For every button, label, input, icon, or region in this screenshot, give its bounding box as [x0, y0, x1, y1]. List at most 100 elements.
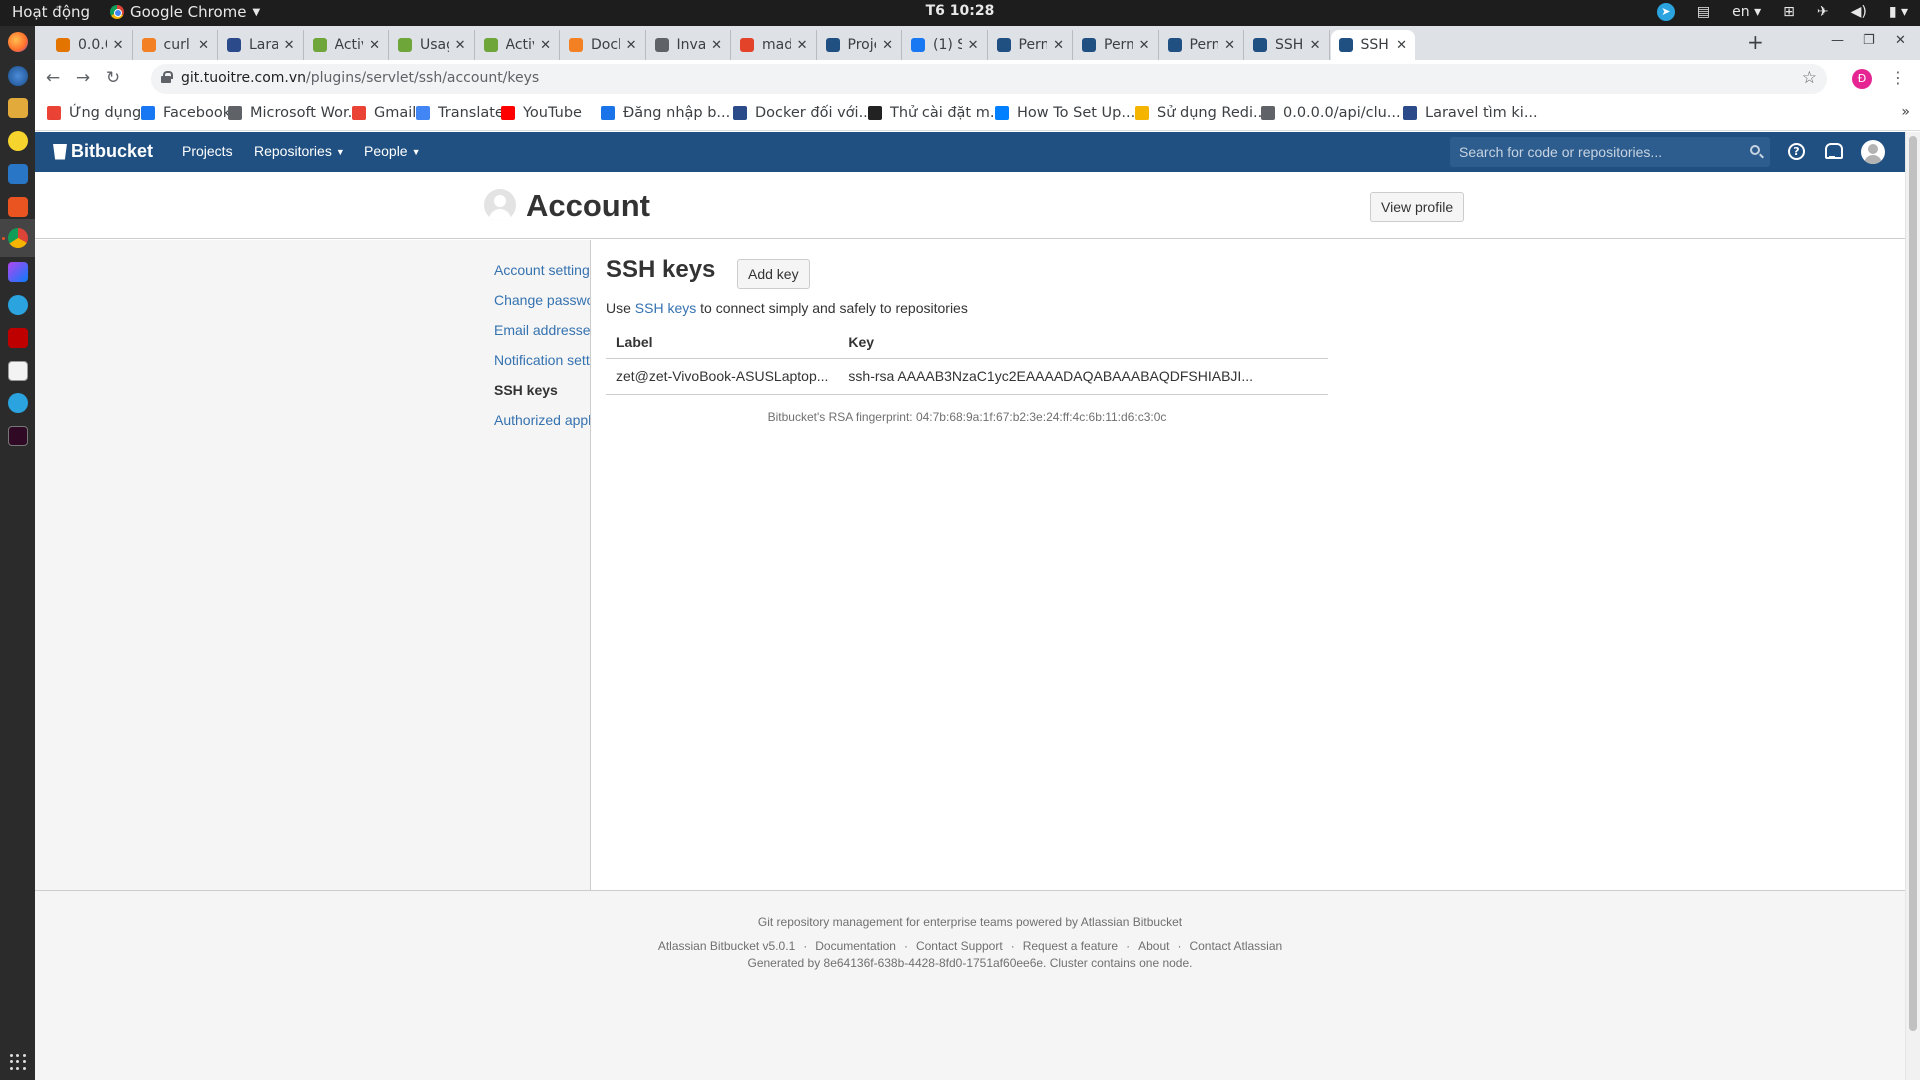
network-icon[interactable]: ⊞ — [1783, 4, 1795, 20]
thunderbird-icon[interactable] — [8, 66, 28, 86]
view-profile-button[interactable]: View profile — [1370, 192, 1465, 222]
forward-icon[interactable]: → — [73, 68, 93, 88]
close-tab-icon[interactable]: ✕ — [968, 38, 979, 53]
footer-link[interactable]: About — [1138, 939, 1169, 953]
bookmark-item[interactable]: Microsoft Wor... — [228, 105, 361, 121]
rhythmbox-icon[interactable] — [8, 131, 28, 151]
telegram-desktop-icon[interactable] — [8, 393, 28, 413]
telegram-icon[interactable] — [8, 295, 28, 315]
bookmark-item[interactable]: Sử dụng Redi... — [1135, 105, 1267, 121]
help-icon[interactable]: ? — [1788, 143, 1805, 160]
add-key-button[interactable]: Add key — [737, 259, 810, 289]
bookmark-item[interactable]: Đăng nhập b... — [601, 105, 730, 121]
close-tab-icon[interactable]: ✕ — [1310, 38, 1321, 53]
browser-tab[interactable]: 0.0.0.0 ✕ — [48, 30, 133, 60]
software-center-icon[interactable] — [8, 197, 28, 217]
address-bar[interactable]: git.tuoitre.com.vn/plugins/servlet/ssh/a… — [151, 64, 1827, 94]
text-editor-icon[interactable] — [8, 361, 28, 381]
footer-link[interactable]: Contact Support — [916, 939, 1003, 953]
browser-tab[interactable]: Active ✕ — [305, 30, 389, 60]
browser-tab[interactable]: Laravel ✕ — [219, 30, 304, 60]
firefox-icon[interactable] — [8, 32, 28, 52]
close-tab-icon[interactable]: ✕ — [198, 38, 209, 53]
airplane-icon[interactable]: ✈ — [1817, 4, 1829, 20]
bookmark-item[interactable]: YouTube — [501, 105, 582, 121]
browser-tab[interactable]: Active ✕ — [476, 30, 560, 60]
telegram-tray-icon[interactable]: ➤ — [1656, 3, 1675, 21]
bookmark-item[interactable]: Gmail — [352, 105, 416, 121]
new-tab-button[interactable]: + — [1747, 30, 1764, 54]
close-window-button[interactable]: ✕ — [1895, 33, 1906, 48]
writer-icon[interactable] — [8, 164, 28, 184]
close-tab-icon[interactable]: ✕ — [455, 38, 466, 53]
language-indicator[interactable]: en ▾ — [1732, 4, 1761, 20]
restore-button[interactable]: ❐ — [1863, 33, 1875, 48]
footer-link[interactable]: Contact Atlassian — [1189, 939, 1282, 953]
bookmark-star-icon[interactable]: ☆ — [1802, 68, 1817, 88]
nav-projects[interactable]: Projects — [182, 143, 233, 159]
bookmark-item[interactable]: Ứng dụng — [47, 105, 141, 121]
user-avatar[interactable] — [1861, 140, 1885, 164]
files-icon[interactable] — [8, 98, 28, 118]
page-scrollbar[interactable] — [1905, 132, 1920, 1080]
bookmark-item[interactable]: Docker đối với... — [733, 105, 872, 121]
close-tab-icon[interactable]: ✕ — [882, 38, 893, 53]
close-tab-icon[interactable]: ✕ — [369, 38, 380, 53]
profile-avatar[interactable]: Đ — [1852, 69, 1872, 89]
notes-tray-icon[interactable]: ▤ — [1697, 4, 1710, 20]
clock[interactable]: T6 10:28 — [0, 3, 1920, 19]
close-tab-icon[interactable]: ✕ — [540, 38, 551, 53]
browser-tab[interactable]: Permi ✕ — [1074, 30, 1159, 60]
bookmark-item[interactable]: Facebook — [141, 105, 231, 121]
terminal-icon[interactable] — [8, 426, 28, 446]
bookmark-item[interactable]: 0.0.0.0/api/clu... — [1261, 105, 1401, 121]
chrome-menu-icon[interactable]: ⋮ — [1890, 68, 1906, 87]
browser-tab[interactable]: Permi ✕ — [989, 30, 1073, 60]
browser-tab[interactable]: (1) Sky ✕ — [903, 30, 988, 60]
bookmark-item[interactable]: Thử cài đặt m... — [868, 105, 1004, 121]
footer-link[interactable]: Documentation — [815, 939, 896, 953]
scrollbar-thumb[interactable] — [1909, 136, 1917, 1031]
bookmarks-overflow-button[interactable]: » — [1901, 104, 1910, 120]
inbox-icon[interactable] — [1824, 143, 1843, 159]
browser-tab[interactable]: curl - L ✕ — [134, 30, 218, 60]
close-tab-icon[interactable]: ✕ — [1224, 38, 1235, 53]
lock-icon[interactable] — [161, 71, 173, 83]
nav-repositories[interactable]: Repositories ▼ — [254, 143, 345, 159]
close-tab-icon[interactable]: ✕ — [1396, 38, 1407, 53]
bookmark-item[interactable]: Laravel tìm ki... — [1403, 105, 1538, 121]
volume-icon[interactable]: ◀) — [1851, 4, 1867, 20]
back-icon[interactable]: ← — [43, 68, 63, 88]
bookmark-item[interactable]: How To Set Up... — [995, 105, 1135, 121]
close-tab-icon[interactable]: ✕ — [711, 38, 722, 53]
show-applications-icon[interactable] — [10, 1054, 26, 1070]
reload-icon[interactable]: ↻ — [103, 68, 123, 88]
close-tab-icon[interactable]: ✕ — [797, 38, 808, 53]
search-input[interactable] — [1450, 137, 1740, 167]
browser-tab[interactable]: SSH K ✕ — [1330, 30, 1415, 60]
bookmark-item[interactable]: Translate — [416, 105, 504, 121]
phpstorm-icon[interactable] — [8, 262, 28, 282]
footer-link[interactable]: Request a feature — [1023, 939, 1118, 953]
filezilla-icon[interactable] — [8, 328, 28, 348]
browser-tab[interactable]: made ✕ — [732, 30, 817, 60]
close-tab-icon[interactable]: ✕ — [113, 38, 124, 53]
bitbucket-logo[interactable]: Bitbucket — [53, 141, 153, 162]
browser-tab[interactable]: Usage ✕ — [390, 30, 475, 60]
chrome-dock-icon[interactable] — [8, 228, 28, 248]
table-row[interactable]: zet@zet-VivoBook-ASUSLaptop... ssh-rsa AA… — [606, 358, 1328, 395]
browser-tab[interactable]: Project ✕ — [818, 30, 902, 60]
minimize-button[interactable]: — — [1831, 33, 1844, 48]
search-icon[interactable] — [1750, 145, 1760, 155]
close-tab-icon[interactable]: ✕ — [1053, 38, 1064, 53]
battery-icon[interactable]: ▮ ▾ — [1889, 4, 1908, 20]
browser-tab[interactable]: Permi ✕ — [1160, 30, 1244, 60]
browser-tab[interactable]: Docker ✕ — [561, 30, 646, 60]
close-tab-icon[interactable]: ✕ — [626, 38, 637, 53]
close-tab-icon[interactable]: ✕ — [1139, 38, 1150, 53]
browser-tab[interactable]: SSH K ✕ — [1245, 30, 1330, 60]
nav-people[interactable]: People ▼ — [364, 143, 421, 159]
close-tab-icon[interactable]: ✕ — [284, 38, 295, 53]
url-text[interactable]: git.tuoitre.com.vn/plugins/servlet/ssh/a… — [181, 70, 539, 86]
ssh-keys-help-link[interactable]: SSH keys — [635, 300, 696, 316]
